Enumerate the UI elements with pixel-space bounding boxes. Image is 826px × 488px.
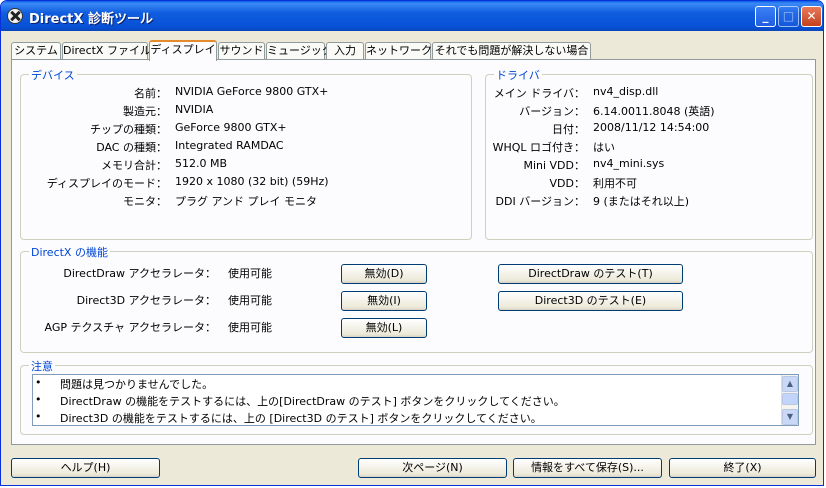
disable-directdraw-button[interactable]: 無効(D) xyxy=(341,264,427,284)
agp-texture-accel-label: AGP テクスチャ アクセラレータ： xyxy=(44,321,217,334)
note-bullet: • xyxy=(35,410,42,423)
maximize-icon: □ xyxy=(782,9,795,23)
scroll-up-arrow-icon[interactable]: ▲ xyxy=(782,376,798,392)
notes-scrollbar[interactable]: ▲ ▼ xyxy=(781,375,798,425)
agp-texture-accel-status: 使用可能 xyxy=(228,321,272,334)
driver-date-label: 日付： xyxy=(552,123,585,136)
tab-display[interactable]: ディスプレイ xyxy=(149,40,217,61)
device-name-value: NVIDIA GeForce 9800 GTX+ xyxy=(175,85,329,98)
device-memory-value: 512.0 MB xyxy=(175,157,228,170)
device-monitor-label: モニタ： xyxy=(123,195,167,208)
device-group: デバイス xyxy=(20,67,472,240)
driver-whql-value: はい xyxy=(593,141,615,154)
exit-button[interactable]: 終了(X) xyxy=(669,458,816,478)
directx-icon xyxy=(7,8,23,24)
driver-main-value: nv4_disp.dll xyxy=(593,85,659,98)
device-manufacturer-label: 製造元： xyxy=(123,105,167,118)
note-bullet: • xyxy=(35,393,42,406)
tab-sound[interactable]: サウンド xyxy=(218,42,265,60)
directdraw-accel-status: 使用可能 xyxy=(228,267,272,280)
tab-input[interactable]: 入力 xyxy=(326,42,364,60)
directx-features-title: DirectX の機能 xyxy=(29,244,110,260)
tab-directx-files[interactable]: DirectX ファイル xyxy=(62,42,151,60)
driver-main-label: メイン ドライバ： xyxy=(493,87,585,100)
disable-agp-button[interactable]: 無効(L) xyxy=(341,318,427,338)
device-memory-label: メモリ合計： xyxy=(101,159,167,172)
note-text: DirectDraw の機能をテストするには、上の[DirectDraw のテス… xyxy=(60,395,565,408)
driver-group-title: ドライバ xyxy=(494,67,542,83)
note-text: Direct3D の機能をテストするには、上の [Direct3D のテスト] … xyxy=(60,412,542,425)
driver-mini-vdd-value: nv4_mini.sys xyxy=(593,157,665,170)
device-display-mode-value: 1920 x 1080 (32 bit) (59Hz) xyxy=(175,175,329,188)
driver-vdd-label: VDD： xyxy=(549,177,585,190)
tab-system[interactable]: システム xyxy=(11,42,61,60)
device-chip-label: チップの種類： xyxy=(90,123,167,136)
next-page-button[interactable]: 次ページ(N) xyxy=(358,458,507,478)
save-all-info-button[interactable]: 情報をすべて保存(S)... xyxy=(513,458,662,478)
driver-vdd-value: 利用不可 xyxy=(593,177,637,190)
device-manufacturer-value: NVIDIA xyxy=(175,103,214,116)
device-monitor-value: プラグ アンド プレイ モニタ xyxy=(175,195,318,208)
close-icon: ✕ xyxy=(806,9,817,23)
test-direct3d-button[interactable]: Direct3D のテスト(E) xyxy=(498,291,683,311)
minimize-icon: _ xyxy=(762,9,769,23)
close-button[interactable]: ✕ xyxy=(801,6,822,27)
help-button[interactable]: ヘルプ(H) xyxy=(11,458,160,478)
driver-whql-label: WHQL ロゴ付き： xyxy=(492,141,585,154)
device-chip-value: GeForce 9800 GTX+ xyxy=(175,121,287,134)
note-text: 問題は見つかりませんでした。 xyxy=(60,378,214,391)
disable-direct3d-button[interactable]: 無効(I) xyxy=(341,291,427,311)
maximize-button[interactable]: □ xyxy=(778,6,799,27)
device-dac-value: Integrated RAMDAC xyxy=(175,139,284,152)
scroll-thumb[interactable] xyxy=(782,393,798,405)
direct3d-accel-status: 使用可能 xyxy=(228,294,272,307)
driver-ddi-value: 9 (またはそれ以上) xyxy=(593,195,690,208)
device-group-title: デバイス xyxy=(29,67,77,83)
device-display-mode-label: ディスプレイのモード： xyxy=(46,177,167,190)
tab-troubleshoot[interactable]: それでも問題が解決しない場合 xyxy=(432,42,591,60)
note-bullet: • xyxy=(35,376,42,389)
device-name-label: 名前： xyxy=(134,87,167,100)
tab-network[interactable]: ネットワーク xyxy=(365,42,432,60)
notes-title: 注意 xyxy=(29,358,55,374)
driver-ddi-label: DDI バージョン： xyxy=(495,195,585,208)
tab-music[interactable]: ミュージック xyxy=(266,42,333,60)
notes-box[interactable]: • 問題は見つかりませんでした。 • DirectDraw の機能をテストするに… xyxy=(32,374,799,426)
test-directdraw-button[interactable]: DirectDraw のテスト(T) xyxy=(498,264,683,284)
scroll-down-arrow-icon[interactable]: ▼ xyxy=(782,409,798,425)
minimize-button[interactable]: _ xyxy=(755,6,776,27)
direct3d-accel-label: Direct3D アクセラレータ： xyxy=(76,294,216,307)
driver-version-label: バージョン： xyxy=(519,105,585,118)
window-title: DirectX 診断ツール xyxy=(29,12,153,27)
driver-date-value: 2008/11/12 14:54:00 xyxy=(593,121,710,134)
device-dac-label: DAC の種類： xyxy=(96,141,167,154)
directx-diag-window: DirectX 診断ツール _ □ ✕ システム DirectX ファイル ディ… xyxy=(0,0,824,486)
driver-mini-vdd-label: Mini VDD： xyxy=(523,159,585,172)
driver-version-value: 6.14.0011.8048 (英語) xyxy=(593,105,715,118)
directdraw-accel-label: DirectDraw アクセラレータ： xyxy=(63,267,216,280)
title-bar[interactable]: DirectX 診断ツール _ □ ✕ xyxy=(1,1,823,31)
